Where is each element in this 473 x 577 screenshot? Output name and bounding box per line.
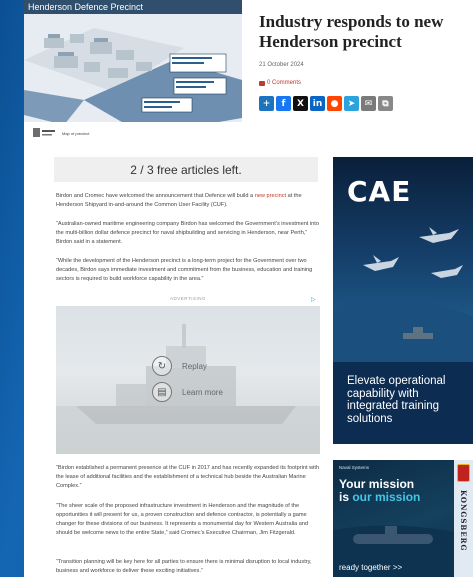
kongsberg-advertisement[interactable]: Naval Systems Your mission is our missio… xyxy=(333,460,473,577)
kongsberg-crest-icon xyxy=(457,464,470,482)
video-overlay xyxy=(56,306,320,454)
reddit-icon[interactable]: ● xyxy=(327,96,342,111)
hero-caption: Map of precinct xyxy=(62,131,90,136)
free-articles-counter: 2 / 3 free articles left. xyxy=(130,162,242,177)
adchoices-icon[interactable]: ▷ xyxy=(311,296,316,303)
article-paragraph: Birdon and Cromec have welcomed the anno… xyxy=(56,192,322,210)
cae-tagline: Elevate operational capability with inte… xyxy=(347,375,446,425)
replay-button[interactable]: ↻ Replay xyxy=(152,356,207,376)
kongsberg-brand-strip: KONGSBERG xyxy=(454,460,473,577)
replay-label: Replay xyxy=(182,361,207,371)
video-ad-player[interactable]: ↻ Replay ▤ Learn more xyxy=(56,306,320,454)
ready-together-link[interactable]: ready together >> xyxy=(339,563,402,572)
paywall-banner: 2 / 3 free articles left. xyxy=(54,157,318,182)
facebook-icon[interactable]: f xyxy=(276,96,291,111)
plus-icon[interactable]: + xyxy=(259,96,274,111)
comment-icon xyxy=(259,80,265,86)
telegram-icon[interactable]: ➤ xyxy=(344,96,359,111)
paragraph-text: Birdon and Cromec have welcomed the anno… xyxy=(56,193,255,199)
learn-more-button[interactable]: ▤ Learn more xyxy=(152,382,223,402)
replay-icon: ↻ xyxy=(152,356,172,376)
copy-link-icon[interactable]: ⧉ xyxy=(378,96,393,111)
learn-more-label: Learn more xyxy=(182,387,223,397)
advertising-label: ADVERTISING xyxy=(170,296,206,301)
headline-line: is our mission xyxy=(339,491,420,504)
headline-text: is xyxy=(339,490,353,504)
new-precinct-link[interactable]: new precinct xyxy=(255,193,286,199)
comments-count: 0 Comments xyxy=(267,80,302,86)
article-paragraph: “While the development of the Henderson … xyxy=(56,258,313,282)
kongsberg-division-label: Naval Systems xyxy=(339,465,370,470)
cae-advertisement[interactable]: CAE Elevate operational capability with … xyxy=(333,157,473,444)
government-crest-icon xyxy=(33,128,55,137)
kongsberg-brand: KONGSBERG xyxy=(459,490,468,552)
document-icon: ▤ xyxy=(152,382,172,402)
comments-link[interactable]: 0 Comments xyxy=(259,80,301,86)
article-paragraph: “Birdon established a permanent presence… xyxy=(56,465,320,489)
linkedin-icon[interactable]: in xyxy=(310,96,325,111)
article-paragraph: “The sheer scale of the proposed infrast… xyxy=(56,503,309,536)
article-title: Industry responds to new Henderson preci… xyxy=(259,12,444,51)
share-bar: + f Xin ● ➤ ✉ ⧉ xyxy=(259,96,393,111)
article-paragraph: “Australian-owned maritime engineering c… xyxy=(56,221,319,245)
email-icon[interactable]: ✉ xyxy=(361,96,376,111)
cae-logo: CAE xyxy=(347,175,412,208)
headline-highlight: our mission xyxy=(352,490,421,504)
precinct-map-illustration xyxy=(24,14,242,145)
article-paragraph: “Transition planning will be key here fo… xyxy=(56,559,312,574)
kongsberg-headline: Your mission is our mission xyxy=(339,478,420,504)
x-icon[interactable]: X xyxy=(293,96,308,111)
article-date: 21 October 2024 xyxy=(259,62,304,68)
hero-image[interactable]: Henderson Defence Precinct Map of precin… xyxy=(24,0,242,145)
